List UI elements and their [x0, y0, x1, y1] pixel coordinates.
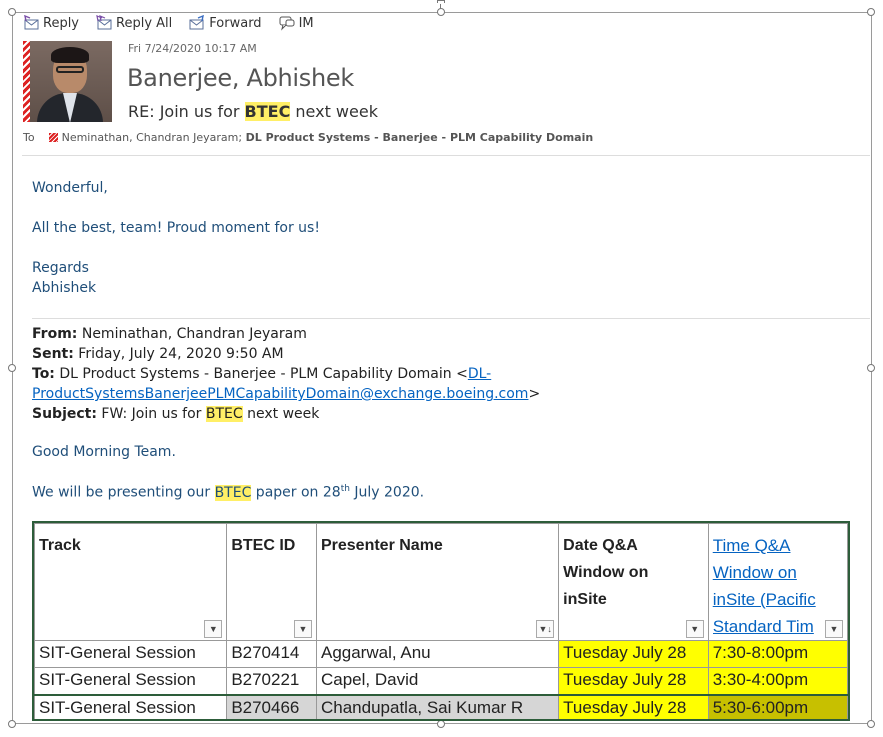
table-row-selected[interactable]: SIT-General Session B270466 Chandupatla,…: [34, 693, 848, 719]
forward-label: Forward: [209, 15, 262, 31]
reply-all-icon: [96, 15, 112, 30]
email-link-part-1[interactable]: DL-: [468, 366, 491, 382]
sent-line: Sent: Friday, July 24, 2020 9:50 AM: [32, 346, 284, 362]
resize-handle-top[interactable]: [437, 8, 445, 16]
forwarded-message: We will be presenting our BTEC paper on …: [32, 484, 425, 501]
resize-handle-top-right[interactable]: [867, 8, 875, 16]
im-button[interactable]: IM: [278, 15, 314, 31]
cell-presenter[interactable]: Chandupatla, Sai Kumar R: [315, 693, 560, 719]
cell-presenter[interactable]: Capel, David: [315, 667, 560, 695]
forwarded-greeting: Good Morning Team.: [32, 444, 176, 460]
forward-button[interactable]: Forward: [188, 15, 262, 31]
reply-greeting: Wonderful,: [32, 180, 108, 196]
recipient-name[interactable]: Neminathan, Chandran Jeyaram;: [62, 131, 243, 144]
email-date: Fri 7/24/2020 10:17 AM: [128, 42, 257, 55]
cell-btec-id[interactable]: B270221: [226, 667, 317, 695]
cell-track[interactable]: SIT-General Session: [34, 640, 228, 668]
cell-date[interactable]: Tuesday July 28: [558, 667, 709, 695]
reply-message: All the best, team! Proud moment for us!: [32, 220, 320, 236]
subject-line: Subject: FW: Join us for BTEC next week: [32, 406, 320, 422]
im-icon: [279, 16, 295, 31]
email-toolbar: Reply Reply All Forward IM: [22, 13, 330, 33]
from-line: From: Neminathan, Chandran Jeyaram: [32, 326, 307, 342]
column-header-date: Date Q&A Window on inSite ▼: [558, 523, 709, 641]
recipient-group[interactable]: DL Product Systems - Banerjee - PLM Capa…: [246, 131, 594, 144]
resize-handle-bottom-left[interactable]: [8, 720, 16, 728]
table-row[interactable]: SIT-General Session B270414 Aggarwal, An…: [34, 640, 848, 668]
recipients-line: To Neminathan, Chandran Jeyaram; DL Prod…: [23, 131, 593, 144]
forward-icon: [189, 15, 205, 30]
reply-closing: Regards: [32, 260, 89, 276]
to-line-cont: ProductSystemsBanerjeePLMCapabilityDomai…: [32, 386, 541, 402]
email-link-part-2[interactable]: ProductSystemsBanerjeePLMCapabilityDomai…: [32, 386, 528, 402]
filter-dropdown-icon[interactable]: ▼: [204, 620, 223, 638]
cell-time[interactable]: 7:30-8:00pm: [707, 640, 848, 668]
quote-divider: [32, 318, 870, 319]
to-line: To: DL Product Systems - Banerjee - PLM …: [32, 366, 492, 382]
cell-date[interactable]: Tuesday July 28: [558, 640, 709, 668]
reply-button[interactable]: Reply: [22, 15, 79, 31]
subject-highlight: BTEC: [244, 102, 291, 121]
column-header-presenter: Presenter Name ▼↓: [315, 523, 560, 641]
forwarded-headers: From: Neminathan, Chandran Jeyaram Sent:…: [32, 324, 540, 424]
cell-btec-id[interactable]: B270466: [226, 693, 317, 719]
reply-signature: Abhishek: [32, 280, 97, 296]
filter-dropdown-icon[interactable]: ▼: [685, 620, 704, 638]
to-label: To: [23, 131, 35, 144]
table-row[interactable]: SIT-General Session B270221 Capel, David…: [34, 667, 848, 695]
sender-avatar: [23, 41, 112, 122]
reply-all-button[interactable]: Reply All: [95, 15, 172, 31]
resize-handle-right[interactable]: [867, 364, 875, 372]
email-subject: RE: Join us for BTEC next week: [128, 102, 378, 121]
cell-track[interactable]: SIT-General Session: [34, 693, 228, 719]
cell-time[interactable]: 3:30-4:00pm: [707, 667, 848, 695]
reply-icon: [24, 15, 39, 30]
sort-filter-dropdown-icon[interactable]: ▼↓: [536, 620, 555, 638]
recipient-status-icon: [48, 133, 58, 142]
table-header-row: Track ▼ BTEC ID ▼ Presenter Name ▼↓ Date Q&…: [34, 523, 848, 641]
resize-handle-left[interactable]: [8, 364, 16, 372]
cell-date[interactable]: Tuesday July 28: [558, 693, 709, 719]
cell-presenter[interactable]: Aggarwal, Anu: [315, 640, 560, 668]
resize-handle-bottom-right[interactable]: [867, 720, 875, 728]
schedule-table: Track ▼ BTEC ID ▼ Presenter Name ▼↓ Date Q&…: [32, 521, 850, 721]
column-header-track: Track ▼: [34, 523, 228, 641]
filter-dropdown-icon[interactable]: ▼: [293, 620, 312, 638]
im-label: IM: [298, 15, 314, 31]
reply-all-label: Reply All: [116, 15, 173, 31]
reply-label: Reply: [43, 15, 80, 31]
filter-dropdown-icon[interactable]: ▼: [825, 620, 843, 638]
sender-name[interactable]: Banerjee, Abhishek: [127, 64, 354, 92]
header-divider: [22, 155, 870, 156]
cell-btec-id[interactable]: B270414: [226, 640, 317, 668]
resize-handle-bottom[interactable]: [437, 720, 445, 728]
presence-status-indicator: [23, 41, 30, 122]
resize-handle-top-left[interactable]: [8, 8, 16, 16]
column-header-btec-id: BTEC ID ▼: [226, 523, 317, 641]
column-header-time: Time Q&A Window on inSite (Pacific Standard…: [707, 523, 848, 641]
cell-track[interactable]: SIT-General Session: [34, 667, 228, 695]
cell-time[interactable]: 5:30-6:00pm: [707, 693, 848, 719]
